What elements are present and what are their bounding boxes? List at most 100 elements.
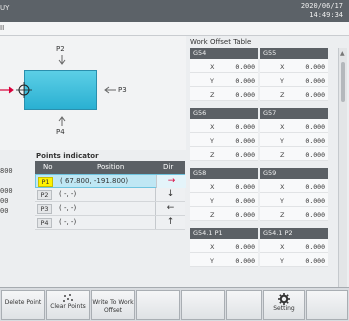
offset-row[interactable]: X 0.000	[190, 239, 258, 253]
window-title: UY	[0, 4, 10, 12]
direction-arrow-icon: ←	[155, 202, 185, 215]
axis-label: Y	[210, 197, 214, 205]
axis-label: X	[210, 123, 215, 131]
softkey-empty-5[interactable]	[181, 290, 225, 320]
p3-arrow-icon	[104, 86, 116, 94]
offset-value: 0.000	[235, 123, 255, 131]
points-indicator-table: No Position Dir P1( 67.800, -191.800) → P2…	[35, 161, 186, 230]
point-row-p4[interactable]: P4 ( -, -) ↑	[35, 216, 185, 230]
offset-block-header: G57	[260, 108, 328, 119]
point-row-p1[interactable]: P1 ( 67.800, -191.800) →	[35, 174, 186, 188]
axis-label: Z	[280, 211, 285, 219]
offset-block-g54-1-p1: G54.1 P1 X 0.000 Y 0.000	[190, 228, 258, 267]
offset-row[interactable]: Y 0.000	[260, 73, 328, 87]
softkey-empty-6[interactable]	[226, 290, 262, 320]
offset-value: 0.000	[235, 63, 255, 71]
offset-row[interactable]: Y 0.000	[260, 193, 328, 207]
readout-line: 800	[0, 167, 13, 175]
probe-crosshair-icon	[16, 82, 32, 98]
scroll-thumb[interactable]	[341, 62, 345, 102]
offset-block-g55: G55 X 0.000 Y 0.000 Z 0.000	[260, 48, 328, 101]
offset-row[interactable]: Z 0.000	[260, 147, 328, 161]
offset-row[interactable]: Z 0.000	[190, 147, 258, 161]
offset-block-g54: G54 X 0.000 Y 0.000 Z 0.000	[190, 48, 258, 101]
softkey-empty-4[interactable]	[136, 290, 180, 320]
offset-row[interactable]: Y 0.000	[190, 133, 258, 147]
write-work-offset-button[interactable]: Write To Work Offset	[91, 290, 135, 320]
offset-block-header: G59	[260, 168, 328, 179]
p4-label: P4	[56, 128, 65, 136]
offset-value: 0.000	[235, 257, 255, 265]
offset-row[interactable]: Y 0.000	[260, 133, 328, 147]
direction-arrow-icon: →	[156, 175, 186, 188]
offset-row[interactable]: Y 0.000	[190, 193, 258, 207]
offset-row[interactable]: X 0.000	[260, 119, 328, 133]
offset-row[interactable]: X 0.000	[190, 119, 258, 133]
offset-row[interactable]: X 0.000	[260, 179, 328, 193]
setting-label: Setting	[273, 305, 295, 312]
point-position: ( -, -)	[59, 190, 77, 198]
points-table-header: No Position Dir	[35, 161, 185, 174]
offset-value: 0.000	[305, 257, 325, 265]
offset-row[interactable]: X 0.000	[260, 59, 328, 73]
direction-arrow-icon: ↓	[155, 188, 185, 201]
offset-value: 0.000	[305, 183, 325, 191]
readout-line: 00	[0, 207, 9, 215]
offset-value: 0.000	[235, 137, 255, 145]
point-number: P1	[38, 177, 53, 187]
offset-row[interactable]: X 0.000	[190, 59, 258, 73]
axis-label: X	[280, 243, 285, 251]
delete-point-button[interactable]: Delete Point	[1, 290, 45, 320]
point-row-p3[interactable]: P3 ( -, -) ←	[35, 202, 185, 216]
offset-block-g59: G59 X 0.000 Y 0.000 Z 0.000	[260, 168, 328, 221]
sub-header: II	[0, 22, 349, 36]
readout-line: 00	[0, 197, 9, 205]
offset-value: 0.000	[305, 151, 325, 159]
setting-button[interactable]: Setting	[263, 290, 305, 320]
p2-label: P2	[56, 45, 65, 53]
offset-block-g56: G56 X 0.000 Y 0.000 Z 0.000	[190, 108, 258, 161]
offset-block-g58: G58 X 0.000 Y 0.000 Z 0.000	[190, 168, 258, 221]
offset-row[interactable]: X 0.000	[190, 179, 258, 193]
time-text: 14:49:34	[309, 11, 343, 19]
clear-points-icon	[63, 294, 73, 302]
offset-row[interactable]: Y 0.000	[190, 253, 258, 267]
points-indicator-title: Points indicator	[36, 152, 99, 160]
left-readout: 800 000 00 00	[0, 150, 34, 216]
delete-point-label: Delete Point	[4, 299, 42, 306]
offset-row[interactable]: Z 0.000	[260, 207, 328, 221]
offset-row[interactable]: X 0.000	[260, 239, 328, 253]
point-position: ( -, -)	[59, 204, 77, 212]
offset-value: 0.000	[305, 243, 325, 251]
offset-block-g54-1-p2: G54.1 P2 X 0.000 Y 0.000	[260, 228, 328, 267]
offset-row[interactable]: Z 0.000	[190, 87, 258, 101]
offset-value: 0.000	[305, 137, 325, 145]
offset-scrollbar[interactable]: ▲	[338, 48, 347, 288]
offset-block-header: G54.1 P2	[260, 228, 328, 239]
axis-label: Y	[280, 257, 284, 265]
offset-block-g57: G57 X 0.000 Y 0.000 Z 0.000	[260, 108, 328, 161]
axis-label: X	[210, 183, 215, 191]
clear-points-button[interactable]: Clear Points	[46, 290, 90, 320]
offset-value: 0.000	[235, 77, 255, 85]
axis-label: X	[210, 63, 215, 71]
offset-value: 0.000	[235, 183, 255, 191]
write-work-offset-label: Write To Work Offset	[92, 299, 134, 314]
axis-label: Z	[210, 211, 215, 219]
offset-block-header: G56	[190, 108, 258, 119]
offset-value: 0.000	[235, 91, 255, 99]
point-row-p2[interactable]: P2 ( -, -) ↓	[35, 188, 185, 202]
offset-row[interactable]: Z 0.000	[260, 87, 328, 101]
offset-block-header: G54	[190, 48, 258, 59]
title-bar: UY 2020/06/17 14:49:34	[0, 0, 349, 22]
p4-arrow-icon	[58, 116, 66, 126]
scroll-up-icon[interactable]: ▲	[340, 50, 345, 57]
softkey-bar: Delete Point Clear Points Write To Work …	[0, 287, 349, 321]
softkey-empty-8[interactable]	[306, 290, 348, 320]
clear-points-label: Clear Points	[50, 303, 86, 310]
offset-row[interactable]: Y 0.000	[260, 253, 328, 267]
offset-row[interactable]: Z 0.000	[190, 207, 258, 221]
offset-value: 0.000	[305, 63, 325, 71]
clock: 2020/06/17 14:49:34	[301, 2, 343, 20]
offset-row[interactable]: Y 0.000	[190, 73, 258, 87]
